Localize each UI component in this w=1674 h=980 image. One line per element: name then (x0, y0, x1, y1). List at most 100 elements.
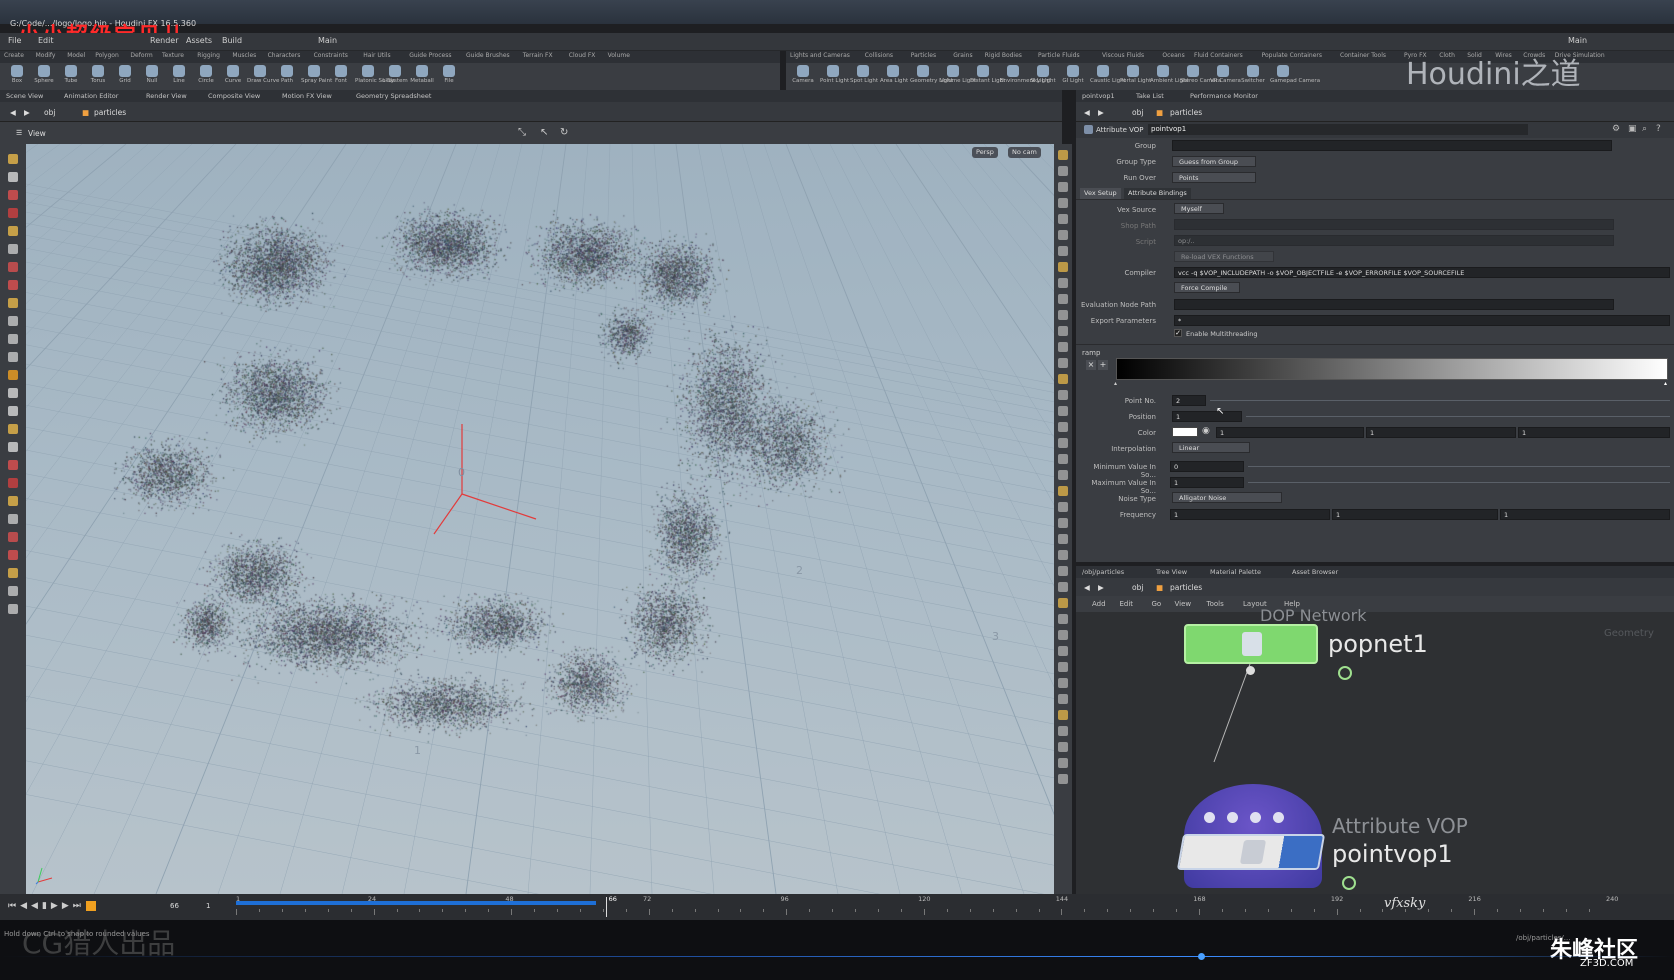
shelf-tool-volume-light[interactable]: Volume Light (940, 65, 976, 84)
right-tool-icon[interactable] (1058, 246, 1068, 256)
shelf-tab-12[interactable]: Guide Brushes (466, 52, 510, 59)
shelf-tool-environment-light[interactable]: Environment Light (1000, 65, 1051, 84)
right-tool-icon[interactable] (1058, 486, 1068, 496)
shelf-tool-sphere[interactable]: Sphere (31, 65, 57, 84)
shelf-tab-9[interactable]: Constraints (314, 52, 348, 59)
back-icon[interactable]: ◀ (1084, 108, 1090, 117)
left-tool-icon[interactable] (8, 442, 18, 452)
shelf-tab-3[interactable]: Grains (953, 52, 972, 59)
net-menu-view[interactable]: View (1175, 600, 1192, 608)
compiler-field[interactable]: vcc -q $VOP_INCLUDEPATH -o $VOP_OBJECTFI… (1174, 267, 1670, 278)
right-tool-icon[interactable] (1058, 550, 1068, 560)
shelf-tool-gi-light[interactable]: GI Light (1060, 65, 1086, 84)
interpolation-dropdown[interactable]: Linear (1172, 442, 1250, 453)
max-value-field[interactable]: 1 (1170, 477, 1244, 488)
frequency-z-field[interactable]: 1 (1500, 509, 1670, 520)
left-tool-icon[interactable] (8, 262, 18, 272)
gear-icon[interactable]: ⚙ (1612, 124, 1620, 134)
frequency-x-field[interactable]: 1 (1170, 509, 1330, 520)
pane-tab-4[interactable]: Motion FX View (282, 92, 332, 100)
shelf-tab-10[interactable]: Container Tools (1340, 52, 1386, 59)
vop-input-connector[interactable] (1250, 812, 1261, 823)
right-tool-icon[interactable] (1058, 470, 1068, 480)
shelf-tool-area-light[interactable]: Area Light (880, 65, 908, 84)
shelf-tool-curve[interactable]: Curve (220, 65, 246, 84)
shelf-tab-3[interactable]: Polygon (95, 52, 119, 59)
left-tool-icon[interactable] (8, 604, 18, 614)
left-tool-icon[interactable] (8, 316, 18, 326)
shelf-tool-distant-light[interactable]: Distant Light (970, 65, 1005, 84)
ramp-add-icon[interactable]: + (1098, 360, 1108, 370)
right-tool-icon[interactable] (1058, 454, 1068, 464)
color-picker-icon[interactable]: ◉ (1202, 426, 1210, 436)
shelf-tool-path[interactable]: Path (274, 65, 300, 84)
right-tool-icon[interactable] (1058, 742, 1068, 752)
right-tool-icon[interactable] (1058, 534, 1068, 544)
multithreading-checkbox[interactable]: ✓ (1174, 329, 1182, 337)
shelf-tool-switcher[interactable]: Switcher (1240, 65, 1266, 84)
node-name-field[interactable]: pointvop1 (1148, 124, 1528, 135)
menu-assets[interactable]: Assets (186, 36, 212, 45)
right-tool-icon[interactable] (1058, 422, 1068, 432)
search-icon[interactable]: ⌕ (1642, 124, 1647, 134)
max-value-slider[interactable] (1248, 482, 1670, 483)
help-icon[interactable]: ? (1656, 124, 1661, 134)
shelf-tab-5[interactable]: Texture (162, 52, 184, 59)
right-tool-icon[interactable] (1058, 438, 1068, 448)
position-slider[interactable] (1246, 416, 1670, 417)
net-tab-0[interactable]: /obj/particles (1082, 568, 1124, 576)
pane-tab-3[interactable]: Composite View (208, 92, 260, 100)
vex-source-dropdown[interactable]: Myself (1174, 203, 1224, 214)
ramp-remove-icon[interactable]: × (1086, 360, 1096, 370)
tab-vex-setup[interactable]: Vex Setup (1080, 188, 1121, 199)
point-no-field[interactable]: 2 (1172, 395, 1206, 406)
frequency-y-field[interactable]: 1 (1332, 509, 1498, 520)
shelf-tab-7[interactable]: Muscles (232, 52, 256, 59)
pane-tab-0[interactable]: Scene View (6, 92, 43, 100)
left-tool-icon[interactable] (8, 532, 18, 542)
rotate-icon[interactable]: ↻ (560, 127, 568, 138)
shelf-tool-sky-light[interactable]: Sky Light (1030, 65, 1056, 84)
vop-input-connector[interactable] (1273, 812, 1284, 823)
right-tool-icon[interactable] (1058, 230, 1068, 240)
shelf-tool-line[interactable]: Line (166, 65, 192, 84)
pane-tab-1[interactable]: Take List (1136, 92, 1164, 100)
net-path-particles[interactable]: particles (1170, 583, 1202, 592)
shelf-tab-14[interactable]: Cloud FX (569, 52, 596, 59)
left-tool-icon[interactable] (8, 514, 18, 524)
desktop-main[interactable]: Main (318, 36, 337, 45)
right-tool-icon[interactable] (1058, 278, 1068, 288)
pane-tab-0[interactable]: pointvop1 (1082, 92, 1115, 100)
start-frame[interactable]: 1 (206, 902, 210, 910)
right-tool-icon[interactable] (1058, 678, 1068, 688)
point-no-slider[interactable] (1210, 400, 1670, 401)
right-tool-icon[interactable] (1058, 326, 1068, 336)
menu-render[interactable]: Render (150, 36, 178, 45)
position-field[interactable]: 1 (1172, 411, 1242, 422)
net-path-obj[interactable]: obj (1132, 583, 1143, 592)
desktop-main-right[interactable]: Main (1568, 36, 1587, 45)
path-obj[interactable]: obj (1132, 108, 1143, 117)
right-tool-icon[interactable] (1058, 310, 1068, 320)
left-tool-icon[interactable] (8, 496, 18, 506)
shelf-tool-vr-camera[interactable]: VR Camera (1210, 65, 1241, 84)
ramp-key-left[interactable]: ▴ (1114, 380, 1117, 387)
cursor-icon[interactable]: ↖ (540, 127, 548, 138)
camera-menu[interactable]: No cam (1008, 147, 1041, 158)
net-menu-edit[interactable]: Edit (1120, 600, 1134, 608)
shelf-tool-circle[interactable]: Circle (193, 65, 219, 84)
menu-build[interactable]: Build (222, 36, 242, 45)
shelf-tool-l-system[interactable]: L-System (382, 65, 408, 84)
shelf-tool-tube[interactable]: Tube (58, 65, 84, 84)
right-tool-icon[interactable] (1058, 662, 1068, 672)
shelf-tab-7[interactable]: Oceans (1162, 52, 1184, 59)
left-tool-icon[interactable] (8, 334, 18, 344)
net-tab-2[interactable]: Material Palette (1210, 568, 1261, 576)
persp-menu[interactable]: Persp (972, 147, 998, 158)
shelf-tool-draw-curve[interactable]: Draw Curve (247, 65, 279, 84)
left-tool-icon[interactable] (8, 226, 18, 236)
shelf-tool-geometry-light[interactable]: Geometry Light (910, 65, 953, 84)
forward-icon[interactable]: ▶ (1098, 108, 1104, 117)
popnet-output-connector[interactable] (1246, 666, 1255, 675)
left-tool-icon[interactable] (8, 568, 18, 578)
